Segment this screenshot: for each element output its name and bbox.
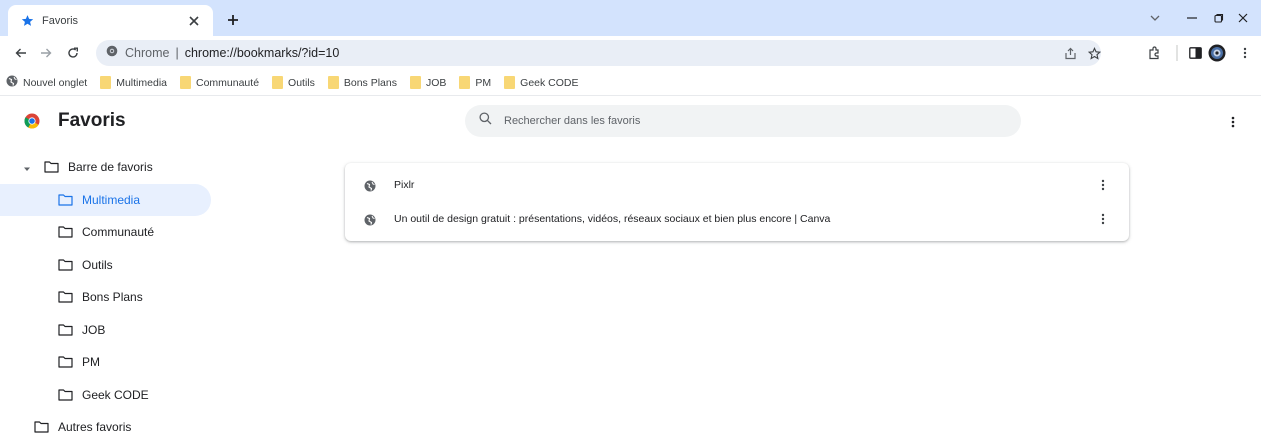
tree-node-communaute[interactable]: Communauté: [0, 216, 215, 249]
star-icon: [20, 14, 34, 28]
address-bar[interactable]: Chrome | chrome://bookmarks/?id=10: [96, 40, 1101, 66]
tree-node-label: Bons Plans: [82, 290, 143, 305]
tree-node-outils[interactable]: Outils: [0, 249, 215, 282]
tree-node-geek-code[interactable]: Geek CODE: [0, 379, 215, 412]
globe-icon: [364, 179, 376, 192]
tab-close-icon[interactable]: [185, 12, 203, 30]
tree-node-job[interactable]: JOB: [0, 314, 215, 347]
folder-icon: [57, 355, 73, 369]
tree-node-label: Autres favoris: [58, 420, 132, 435]
bookmark-label: Nouvel onglet: [23, 76, 88, 89]
side-panel-icon[interactable]: [1183, 40, 1207, 66]
tree-node-label: Geek CODE: [82, 387, 149, 402]
more-options-icon[interactable]: [1097, 210, 1109, 228]
search-bar[interactable]: [465, 105, 1021, 137]
forward-icon[interactable]: [33, 40, 59, 66]
folder-icon: [272, 76, 284, 89]
bookmark-folder-outils[interactable]: Outils: [272, 73, 315, 93]
tab-search-chevron-icon[interactable]: [1137, 0, 1173, 36]
bookmark-label: Geek CODE: [520, 76, 579, 89]
omnibox-separator: |: [175, 46, 179, 60]
folder-icon: [100, 76, 112, 89]
bookmark-list: Pixlr Un outil de design gratuit : prése…: [345, 163, 1129, 241]
tree-node-label: Barre de favoris: [68, 160, 153, 175]
folder-icon: [410, 76, 421, 89]
bookmarks-bar: Nouvel onglet Multimedia Communauté Outi…: [0, 70, 1261, 96]
bookmark-folder-pm[interactable]: PM: [459, 73, 491, 93]
tab-strip: Favoris: [0, 0, 1261, 36]
bookmark-folder-multimedia[interactable]: Multimedia: [100, 73, 167, 93]
url-text[interactable]: chrome://bookmarks/?id=10: [185, 46, 340, 60]
bookmark-label: Communauté: [196, 76, 260, 89]
tree-node-barre-de-favoris[interactable]: Barre de favoris: [0, 151, 215, 184]
folder-icon: [57, 388, 73, 402]
more-actions-icon[interactable]: [1224, 111, 1242, 133]
folder-icon: [57, 290, 73, 304]
search-input[interactable]: [504, 115, 984, 127]
tree-node-label: Multimedia: [82, 192, 141, 207]
folder-icon: [57, 193, 73, 207]
expand-caret-icon[interactable]: [22, 163, 32, 173]
bookmark-label: Bons Plans: [343, 76, 397, 89]
more-options-icon[interactable]: [1097, 176, 1109, 194]
bookmark-folder-geek-code[interactable]: Geek CODE: [504, 73, 579, 93]
bookmark-title: Un outil de design gratuit : présentatio…: [394, 213, 831, 225]
tree-node-multimedia[interactable]: Multimedia: [0, 183, 211, 216]
close-window-icon[interactable]: [1225, 0, 1261, 36]
bookmark-folder-bons-plans[interactable]: Bons Plans: [327, 73, 397, 93]
bookmark-label: JOB: [426, 76, 447, 89]
site-name: Chrome: [125, 46, 170, 60]
folder-icon: [504, 76, 516, 89]
reload-icon[interactable]: [60, 40, 86, 66]
globe-icon: [6, 75, 18, 90]
folder-icon: [180, 76, 191, 89]
tree-node-label: Outils: [82, 257, 113, 272]
bookmark-folder-job[interactable]: JOB: [410, 73, 446, 93]
tree-node-pm[interactable]: PM: [0, 346, 215, 379]
tree-node-bons-plans[interactable]: Bons Plans: [0, 281, 215, 314]
tree-node-label: JOB: [82, 322, 106, 337]
tree-node-label: PM: [82, 355, 100, 370]
bookmark-label: PM: [475, 76, 492, 89]
bookmarks-page-header: Favoris: [0, 97, 1261, 147]
bookmark-row[interactable]: Pixlr: [345, 167, 1129, 203]
globe-icon: [364, 213, 376, 226]
folder-tree: Barre de favoris Multimedia Communauté O…: [0, 151, 215, 435]
bookmark-label: Outils: [288, 76, 315, 89]
search-icon: [479, 112, 492, 130]
browser-menu-icon[interactable]: [1233, 40, 1257, 66]
new-tab-button[interactable]: [222, 9, 244, 31]
chrome-logo-icon: [24, 113, 40, 129]
bookmark-row[interactable]: Un outil de design gratuit : présentatio…: [345, 201, 1129, 237]
folder-icon: [459, 76, 471, 89]
bookmark-title: Pixlr: [394, 179, 415, 191]
profile-avatar-icon[interactable]: [1205, 40, 1229, 66]
extensions-icon[interactable]: [1142, 40, 1166, 66]
tab-favoris[interactable]: Favoris: [8, 5, 213, 36]
page-title: Favoris: [58, 110, 126, 131]
star-bookmark-icon[interactable]: [1082, 40, 1106, 66]
bookmark-nouvel-onglet[interactable]: Nouvel onglet: [6, 73, 87, 93]
toolbar: Chrome | chrome://bookmarks/?id=10: [0, 36, 1261, 70]
tree-node-label: Communauté: [82, 225, 155, 240]
chrome-site-icon: [106, 44, 118, 62]
bookmark-folder-communaute[interactable]: Communauté: [180, 73, 259, 93]
folder-icon: [57, 323, 73, 337]
folder-icon: [327, 76, 339, 89]
bookmark-label: Multimedia: [116, 76, 167, 89]
tab-title: Favoris: [42, 14, 79, 27]
folder-icon: [57, 225, 73, 239]
folder-icon: [57, 258, 73, 272]
folder-icon: [33, 420, 49, 434]
back-icon[interactable]: [8, 40, 34, 66]
folder-icon: [43, 160, 59, 174]
tree-node-autres-favoris[interactable]: Autres favoris: [0, 411, 215, 435]
share-icon[interactable]: [1058, 40, 1082, 66]
